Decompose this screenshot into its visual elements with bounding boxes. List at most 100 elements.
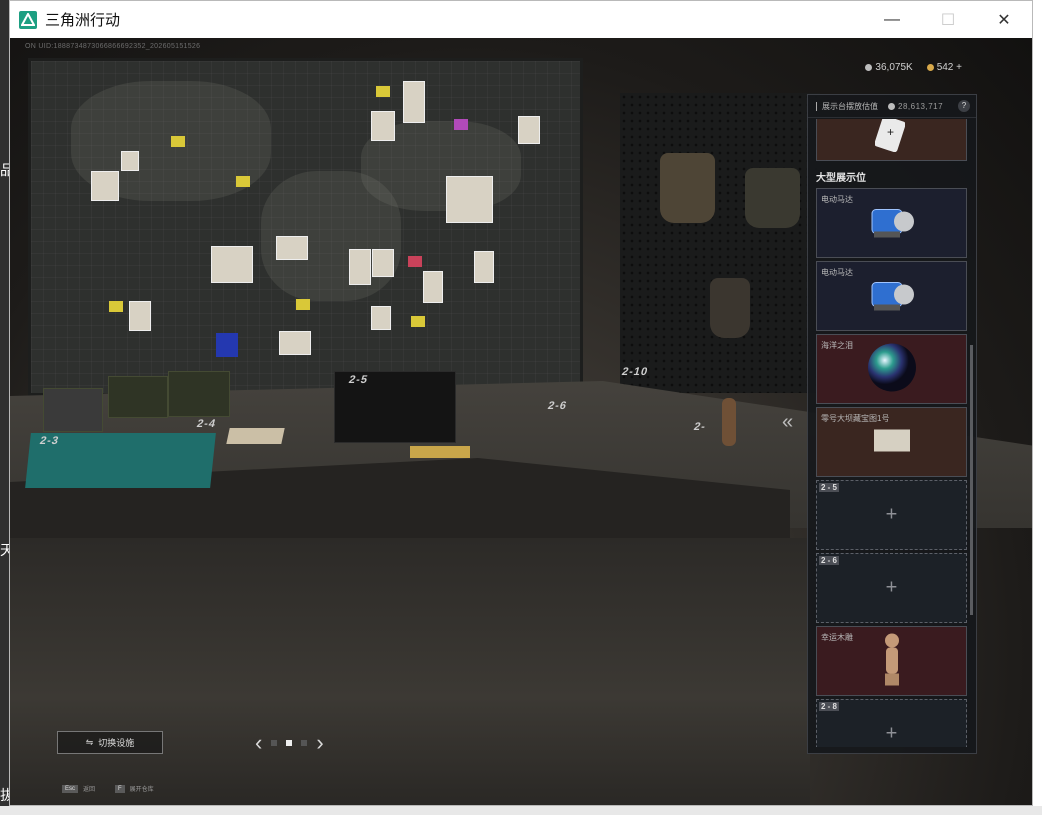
photo-card — [91, 171, 119, 201]
document-item[interactable] — [226, 428, 285, 444]
help-icon[interactable]: ? — [958, 100, 970, 112]
intel-map-board — [28, 58, 583, 396]
gold-item[interactable] — [410, 446, 470, 458]
card-list: 电动马达 电动马达 海洋之泪 零号大坝藏宝图1号 2 - 5 +2 - 6 + 幸运木雕 2 -… — [816, 188, 968, 747]
switch-facility-label: 切换设施 — [98, 738, 135, 748]
parts-cabinet — [43, 388, 103, 432]
tactical-vest-display — [660, 153, 715, 223]
display-card-document[interactable]: + — [816, 119, 967, 161]
display-card-orb[interactable]: 海洋之泪 — [816, 334, 967, 404]
gear-pegboard — [620, 93, 820, 393]
page-dot[interactable] — [271, 740, 278, 746]
app-logo-icon — [19, 10, 37, 29]
slot-label: 2-5 — [347, 374, 370, 386]
add-item-icon[interactable]: + — [886, 504, 898, 527]
slot-label: 2-4 — [195, 418, 218, 430]
app-window: 三角洲行动 — ☐ ✕ ON UID:188873487306686669235… — [9, 0, 1033, 806]
page-navigator: ‹ › — [255, 730, 324, 756]
card-item-icon: + — [875, 119, 905, 152]
maximize-button[interactable]: ☐ — [920, 1, 976, 38]
hint-key: F — [115, 784, 125, 793]
display-card-motor[interactable]: 电动马达 — [816, 261, 967, 331]
currency-primary: 36,075K — [865, 62, 913, 73]
photo-card — [372, 249, 394, 277]
slot-tag: 2 - 6 — [819, 556, 840, 565]
page-dot[interactable] — [301, 740, 308, 746]
photo-card — [211, 246, 253, 283]
display-card-statue[interactable]: 幸运木雕 — [816, 626, 967, 696]
currency-secondary: 542 + — [926, 62, 962, 73]
photo-card — [349, 249, 371, 285]
backpack-display — [710, 278, 750, 338]
sticky-note — [171, 136, 185, 147]
motor-icon — [866, 273, 918, 322]
valuation-value: 28,613,717 — [888, 102, 943, 111]
sticky-note — [411, 316, 425, 327]
taskbar-strip — [0, 806, 1042, 815]
map-icon — [872, 426, 912, 461]
photo-card — [129, 301, 151, 331]
page-dot-active[interactable] — [286, 740, 293, 746]
sticky-note — [296, 299, 310, 310]
sticky-note — [408, 256, 422, 267]
card-item-name: 幸运木雕 — [821, 633, 853, 642]
ammo-crate — [168, 371, 230, 417]
room-floor — [10, 538, 810, 805]
ammo-crate — [108, 376, 168, 418]
collapse-panel-button[interactable]: « — [782, 411, 793, 434]
slot-tag: 2 - 8 — [819, 702, 840, 711]
svg-text:+: + — [887, 125, 894, 139]
hint-back[interactable]: Esc 返回 — [62, 784, 95, 793]
add-currency-button[interactable]: + — [956, 62, 962, 73]
window-controls: — ☐ ✕ — [864, 1, 1032, 38]
slot-label: 2-3 — [38, 435, 61, 447]
photo-card — [423, 271, 443, 303]
uid-watermark: ON UID:1888734873066866692352_2026051515… — [25, 43, 201, 50]
switch-facility-button[interactable]: ⇋ 切换设施 — [57, 731, 163, 754]
panel-scrollbar[interactable] — [970, 345, 973, 615]
display-card-motor[interactable]: 电动马达 — [816, 188, 967, 258]
next-page-button[interactable]: › — [316, 730, 323, 756]
photo-card — [446, 176, 493, 223]
close-button[interactable]: ✕ — [976, 1, 1032, 38]
minimize-button[interactable]: — — [864, 1, 920, 38]
empty-display-slot[interactable]: 2 - 8 + — [816, 699, 967, 747]
card-item-name: 电动马达 — [821, 195, 853, 204]
wooden-figurine[interactable] — [722, 398, 736, 446]
sticky-note — [454, 119, 468, 130]
empty-display-slot[interactable]: 2 - 6 + — [816, 553, 967, 623]
empty-display-slot[interactable]: 2 - 5 + — [816, 480, 967, 550]
slot-tag: 2 - 5 — [819, 483, 840, 492]
panel-header: 展示台摆放估值 28,613,717 ? — [808, 95, 976, 118]
slot-label: 2-6 — [546, 400, 569, 412]
title-bar[interactable]: 三角洲行动 — ☐ ✕ — [10, 1, 1032, 38]
coin-icon — [888, 102, 895, 110]
photo-card — [279, 331, 311, 355]
motor-icon — [866, 200, 918, 249]
hint-warehouse[interactable]: F 展开仓库 — [115, 784, 154, 793]
add-item-icon[interactable]: + — [886, 723, 898, 746]
panel-header-label: 展示台摆放估值 — [822, 101, 878, 111]
hint-label: 展开仓库 — [129, 787, 154, 793]
panel-scroll-area[interactable]: + 大型展示位 电动马达 电动马达 海洋之泪 零号大坝藏宝图1号 2 - 5 +2 - 6… — [816, 119, 968, 747]
photo-card — [121, 151, 139, 171]
photo-card — [371, 111, 395, 141]
sticky-note — [216, 333, 238, 357]
photo-card — [403, 81, 425, 123]
header-accent — [816, 101, 817, 111]
body-armor-display — [745, 168, 800, 228]
card-item-name: 零号大坝藏宝图1号 — [821, 414, 890, 423]
prev-page-button[interactable]: ‹ — [255, 730, 262, 756]
card-item-name: 电动马达 — [821, 268, 853, 277]
background-desktop-right — [1033, 0, 1042, 815]
background-desktop-left: 品 天 拔 — [0, 0, 14, 815]
currency-bar: 36,075K 542 + — [865, 62, 962, 73]
game-viewport[interactable]: ON UID:1888734873066866692352_2026051515… — [10, 38, 1032, 805]
display-panel: 展示台摆放估值 28,613,717 ? + 大型展示位 电动马达 电动马达 海洋之… — [807, 94, 977, 754]
display-card-map[interactable]: 零号大坝藏宝图1号 — [816, 407, 967, 477]
add-item-icon[interactable]: + — [886, 577, 898, 600]
section-title: 大型展示位 — [816, 173, 866, 184]
coin-icon — [865, 63, 873, 71]
sticky-note — [236, 176, 250, 187]
photo-card — [474, 251, 494, 283]
